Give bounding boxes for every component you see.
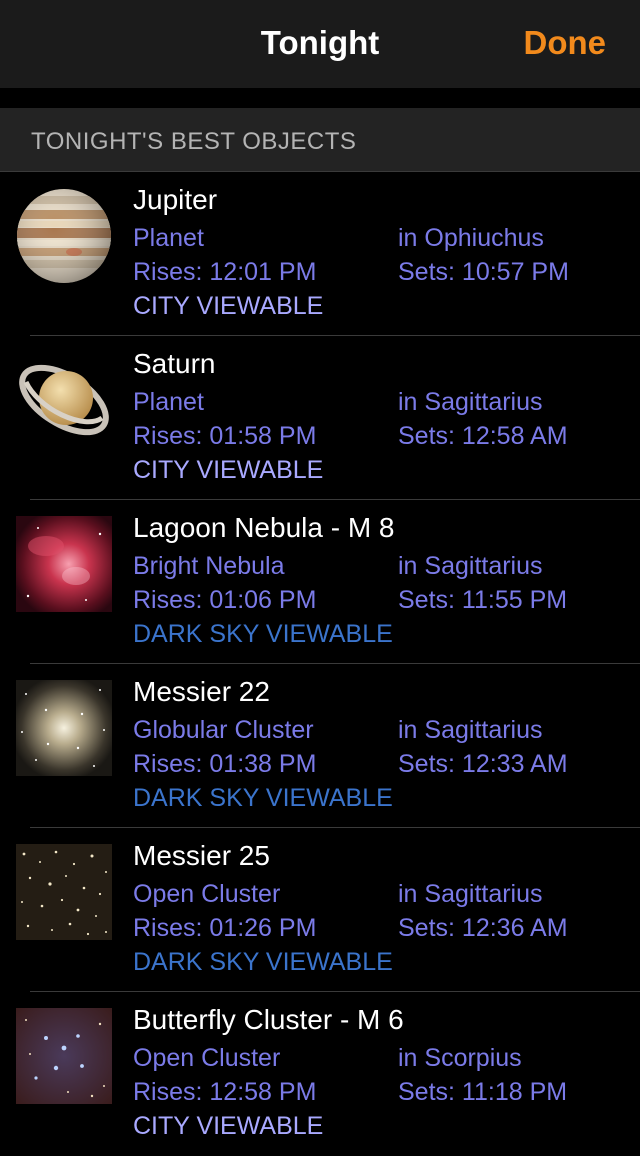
set-time: Sets: 12:36 AM bbox=[398, 914, 568, 942]
viewability-label: DARK SKY VIEWABLE bbox=[133, 948, 393, 976]
spacer bbox=[0, 88, 640, 108]
object-constellation: in Scorpius bbox=[398, 1044, 522, 1072]
object-type: Globular Cluster bbox=[133, 716, 314, 744]
list-item[interactable]: Messier 22 Globular Cluster in Sagittari… bbox=[0, 664, 640, 828]
object-constellation: in Sagittarius bbox=[398, 388, 543, 416]
open-cluster-icon bbox=[16, 844, 112, 940]
rise-time: Rises: 01:38 PM bbox=[133, 750, 317, 778]
viewability-label: DARK SKY VIEWABLE bbox=[133, 620, 393, 648]
object-constellation: in Sagittarius bbox=[398, 716, 543, 744]
object-constellation: in Sagittarius bbox=[398, 552, 543, 580]
viewability-label: DARK SKY VIEWABLE bbox=[133, 784, 393, 812]
rise-time: Rises: 01:26 PM bbox=[133, 914, 317, 942]
object-type: Open Cluster bbox=[133, 880, 281, 908]
object-name: Lagoon Nebula - M 8 bbox=[133, 512, 395, 543]
object-name: Jupiter bbox=[133, 184, 218, 215]
list-item[interactable]: Lagoon Nebula - M 8 Bright Nebula in Sag… bbox=[0, 500, 640, 664]
open-cluster-icon bbox=[16, 1008, 112, 1104]
list-item[interactable]: Butterfly Cluster - M 6 Open Cluster in … bbox=[0, 992, 640, 1156]
nebula-icon bbox=[16, 516, 112, 612]
object-type: Bright Nebula bbox=[133, 552, 285, 580]
section-header-label: TONIGHT'S BEST OBJECTS bbox=[31, 128, 357, 155]
viewability-label: CITY VIEWABLE bbox=[133, 292, 324, 320]
rise-time: Rises: 12:58 PM bbox=[133, 1078, 317, 1106]
list-item[interactable]: Saturn Planet in Sagittarius Rises: 01:5… bbox=[0, 336, 640, 500]
set-time: Sets: 10:57 PM bbox=[398, 258, 569, 286]
object-constellation: in Sagittarius bbox=[398, 880, 543, 908]
set-time: Sets: 11:18 PM bbox=[398, 1078, 568, 1106]
object-name: Messier 22 bbox=[133, 676, 270, 707]
viewability-label: CITY VIEWABLE bbox=[133, 1112, 324, 1140]
globular-cluster-icon bbox=[16, 680, 112, 776]
set-time: Sets: 12:33 AM bbox=[398, 750, 568, 778]
objects-list: Jupiter Planet in Ophiuchus Rises: 12:01… bbox=[0, 172, 640, 1156]
viewability-label: CITY VIEWABLE bbox=[133, 456, 324, 484]
object-type: Open Cluster bbox=[133, 1044, 281, 1072]
object-name: Butterfly Cluster - M 6 bbox=[133, 1004, 404, 1035]
jupiter-icon bbox=[17, 189, 111, 283]
rise-time: Rises: 01:58 PM bbox=[133, 422, 317, 450]
list-item[interactable]: Jupiter Planet in Ophiuchus Rises: 12:01… bbox=[0, 172, 640, 336]
object-type: Planet bbox=[133, 224, 204, 252]
done-button[interactable]: Done bbox=[524, 24, 607, 62]
section-header: TONIGHT'S BEST OBJECTS bbox=[0, 108, 640, 172]
object-type: Planet bbox=[133, 388, 204, 416]
navigation-bar: Tonight Done bbox=[0, 0, 640, 88]
object-name: Messier 25 bbox=[133, 840, 270, 871]
set-time: Sets: 12:58 AM bbox=[398, 422, 568, 450]
rise-time: Rises: 01:06 PM bbox=[133, 586, 317, 614]
list-item[interactable]: Messier 25 Open Cluster in Sagittarius R… bbox=[0, 828, 640, 992]
rise-time: Rises: 12:01 PM bbox=[133, 258, 317, 286]
object-constellation: in Ophiuchus bbox=[398, 224, 544, 252]
set-time: Sets: 11:55 PM bbox=[398, 586, 568, 614]
saturn-icon bbox=[19, 364, 109, 436]
object-name: Saturn bbox=[133, 348, 216, 379]
